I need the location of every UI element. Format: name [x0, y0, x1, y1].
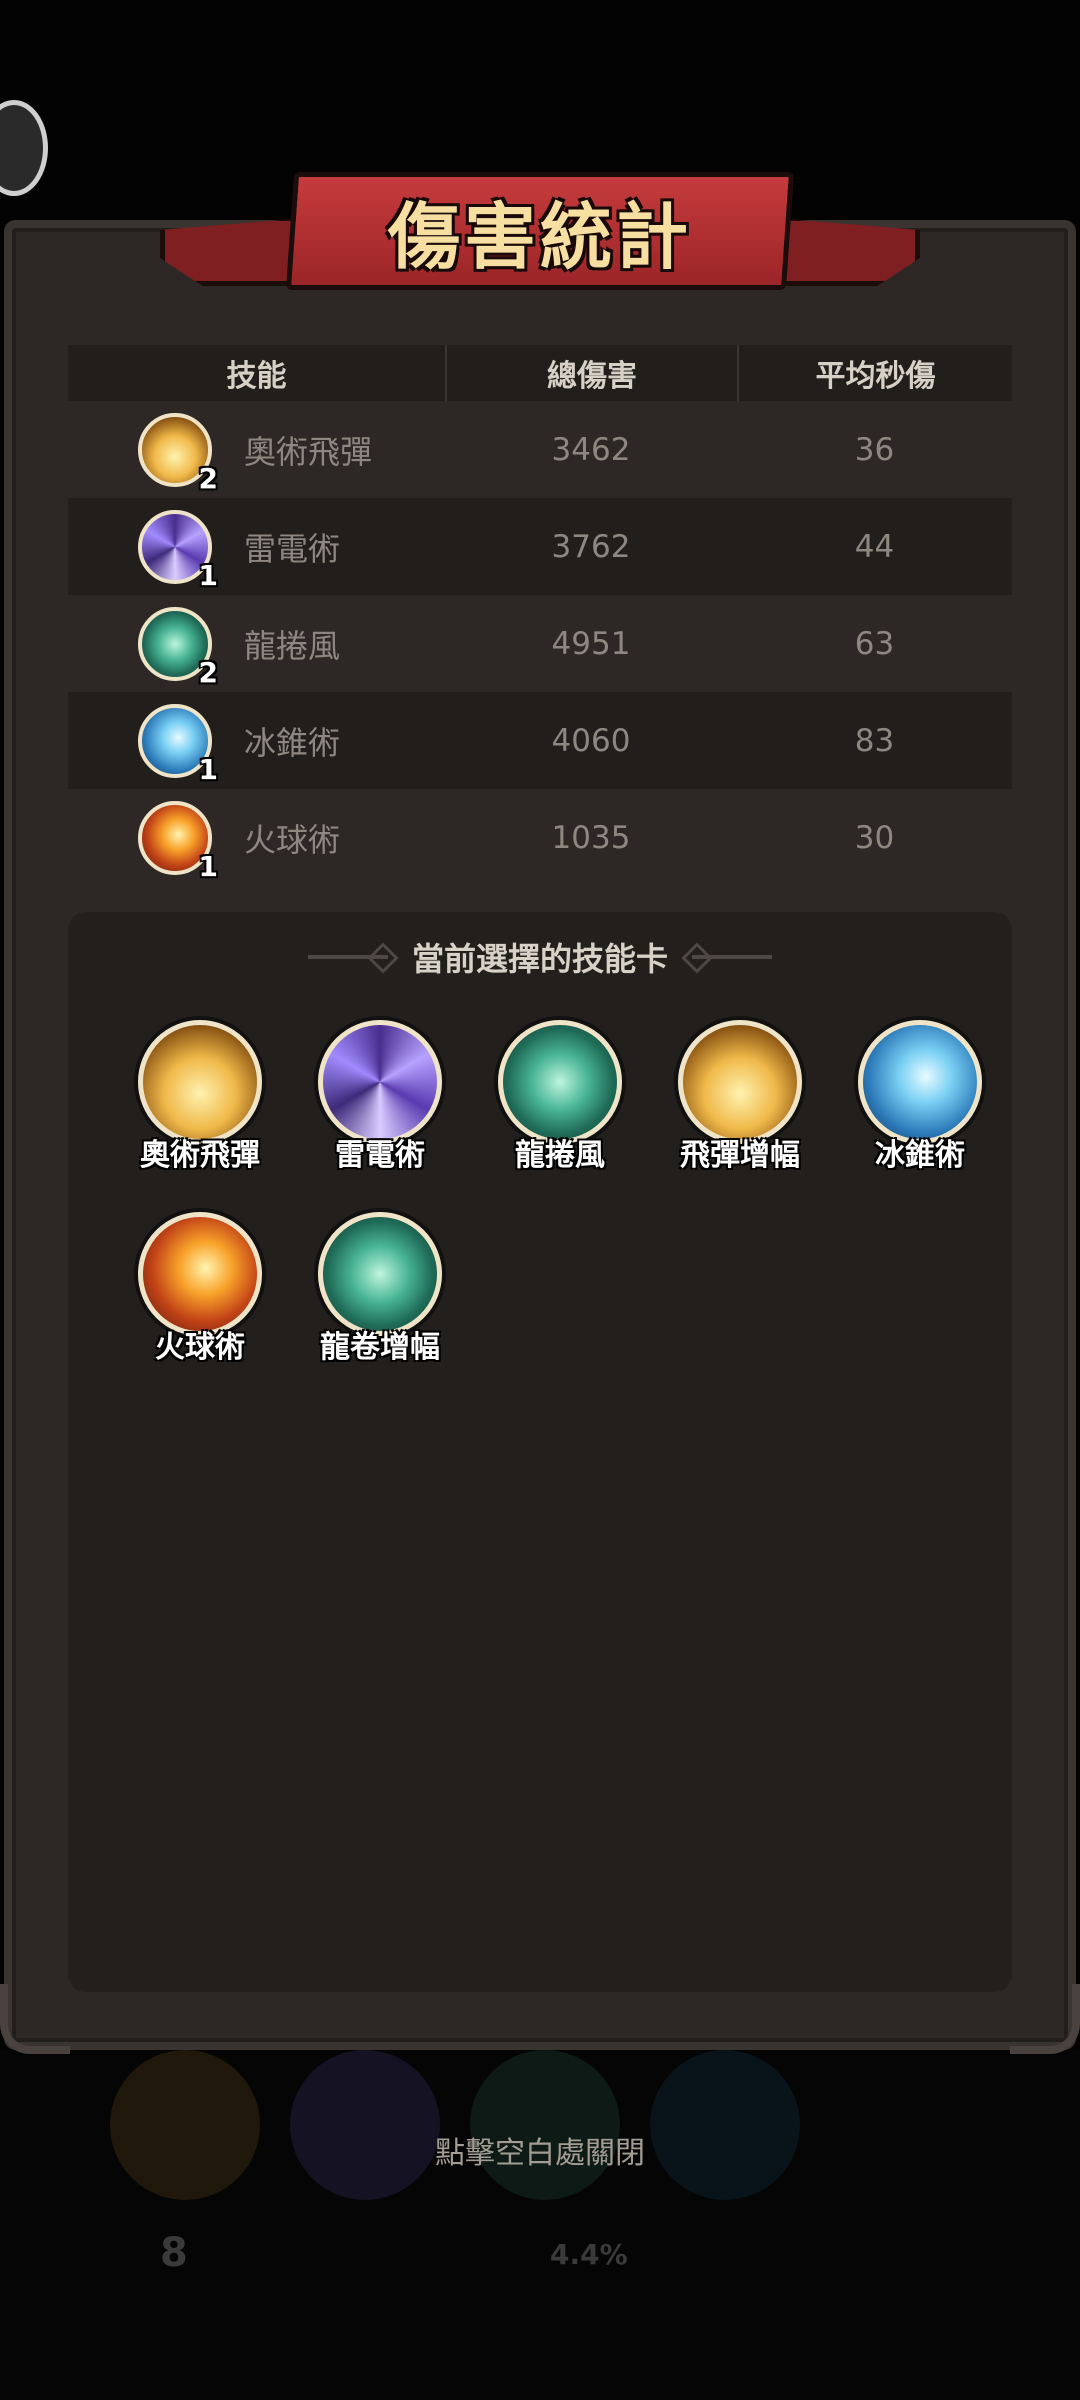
header-total-damage: 總傷害 [445, 345, 737, 401]
page-title: 傷害統計 [387, 195, 692, 279]
cell-total-damage: 4951 [551, 625, 631, 662]
tornado-boost-icon [318, 1212, 442, 1336]
panel-corner-ornament [1010, 1984, 1080, 2054]
cards-heading: 當前選擇的技能卡 [68, 934, 1012, 980]
skill-name: 奧術飛彈 [244, 432, 373, 471]
skill-level: 2 [198, 461, 218, 495]
cell-average-dps: 63 [854, 625, 895, 662]
cell-total-damage: 3462 [551, 431, 631, 468]
background-game-hud: 8 4.4% [0, 2050, 1080, 2400]
skill-name: 冰錐術 [244, 723, 341, 762]
tornado-icon [498, 1020, 622, 1144]
ice-cone-icon [858, 1020, 982, 1144]
skill-level: 1 [198, 558, 218, 592]
skill-card[interactable]: 奧術飛彈 [110, 1020, 290, 1174]
cell-average-dps: 44 [854, 528, 895, 565]
title-ribbon: 傷害統計 [160, 168, 920, 308]
bg-skill-icon [110, 2050, 260, 2200]
bg-skill-icon [290, 2050, 440, 2200]
cell-skill: 1 雷電術 [68, 509, 445, 592]
skill-card-label: 龍卷增幅 [320, 1330, 440, 1365]
table-row: 2 奧術飛彈 3462 36 [68, 401, 1012, 498]
skill-level: 1 [198, 849, 218, 883]
cell-average-dps: 83 [854, 722, 895, 759]
cell-total-damage: 1035 [551, 819, 631, 856]
skill-card[interactable]: 冰錐術 [830, 1020, 1010, 1174]
skill-level: 2 [198, 655, 218, 689]
skill-level: 1 [198, 752, 218, 786]
heading-ornament-left [307, 955, 388, 959]
cell-skill: 1 冰錐術 [68, 703, 445, 786]
damage-stats-table: 技能 總傷害 平均秒傷 2 奧術飛彈 3462 36 1 雷電術 3762 44… [68, 345, 1012, 886]
bg-percent: 4.4% [550, 2238, 628, 2271]
skill-card[interactable]: 龍卷增幅 [290, 1212, 470, 1366]
cell-skill: 2 龍捲風 [68, 606, 445, 689]
skill-name: 雷電術 [244, 529, 341, 568]
cell-skill: 1 火球術 [68, 800, 445, 883]
skill-card-label: 龍捲風 [515, 1138, 605, 1173]
header-average-dps: 平均秒傷 [737, 345, 1012, 401]
table-header: 技能 總傷害 平均秒傷 [68, 345, 1012, 401]
bg-level-digit: 8 [160, 2230, 188, 2276]
lightning-icon [318, 1020, 442, 1144]
skill-card-label: 冰錐術 [875, 1138, 965, 1173]
arcane-missile-icon [138, 1020, 262, 1144]
fireball-icon [138, 1212, 262, 1336]
skill-cards-grid: 奧術飛彈 雷電術 龍捲風 飛彈增幅 冰錐術 火球術 龍卷增幅 [110, 1020, 1010, 1366]
skill-name: 火球術 [244, 820, 341, 859]
arcane-missile-icon: 2 [138, 412, 218, 495]
heading-ornament-right [692, 955, 772, 959]
fireball-icon: 1 [138, 800, 218, 883]
panel-corner-ornament [0, 1984, 70, 2054]
cell-average-dps: 30 [854, 819, 895, 856]
skill-card-label: 火球術 [155, 1330, 245, 1365]
skill-card[interactable]: 飛彈增幅 [650, 1020, 830, 1174]
table-body: 2 奧術飛彈 3462 36 1 雷電術 3762 44 2 龍捲風 4951 … [68, 401, 1012, 886]
avatar[interactable] [0, 100, 48, 196]
tornado-icon: 2 [138, 606, 218, 689]
lightning-icon: 1 [138, 509, 218, 592]
skill-card[interactable]: 火球術 [110, 1212, 290, 1366]
close-hint[interactable]: 點擊空白處關閉 [0, 2128, 1080, 2172]
skill-card-label: 飛彈增幅 [680, 1138, 800, 1173]
skill-card[interactable]: 雷電術 [290, 1020, 470, 1174]
bg-skill-icon [470, 2050, 620, 2200]
skill-name: 龍捲風 [244, 626, 341, 665]
header-skill: 技能 [226, 359, 287, 394]
bg-skill-icon [650, 2050, 800, 2200]
table-row: 1 火球術 1035 30 [68, 789, 1012, 886]
skill-card[interactable]: 龍捲風 [470, 1020, 650, 1174]
cell-total-damage: 3762 [551, 528, 631, 565]
ice-cone-icon: 1 [138, 703, 218, 786]
cell-average-dps: 36 [854, 431, 895, 468]
missile-boost-icon [678, 1020, 802, 1144]
skill-card-label: 奧術飛彈 [140, 1138, 260, 1173]
table-row: 1 冰錐術 4060 83 [68, 692, 1012, 789]
cell-skill: 2 奧術飛彈 [68, 412, 445, 495]
table-row: 1 雷電術 3762 44 [68, 498, 1012, 595]
skill-card-label: 雷電術 [335, 1138, 425, 1173]
table-row: 2 龍捲風 4951 63 [68, 595, 1012, 692]
selected-skill-cards-section: 當前選擇的技能卡 奧術飛彈 雷電術 龍捲風 飛彈增幅 冰錐術 火球術 龍卷增幅 [68, 912, 1012, 1992]
cards-title: 當前選擇的技能卡 [411, 940, 668, 978]
cell-total-damage: 4060 [551, 722, 631, 759]
